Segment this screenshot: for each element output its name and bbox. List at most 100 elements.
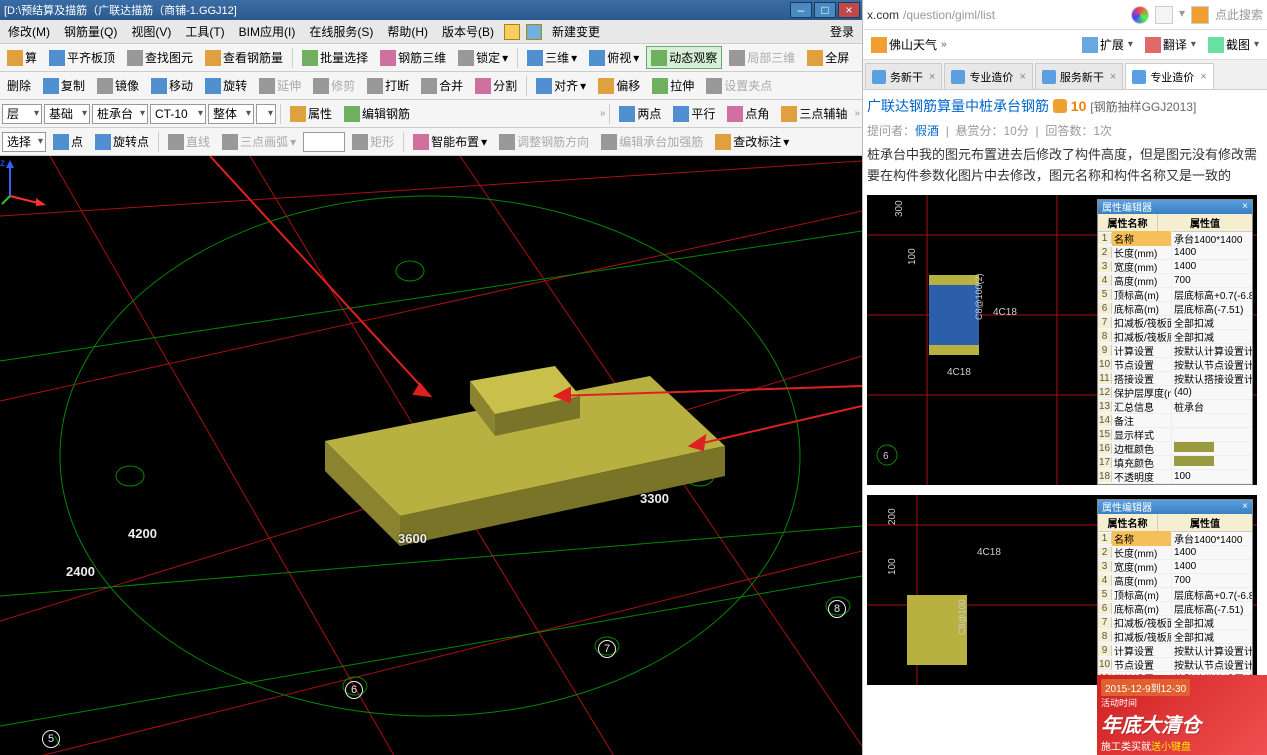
tb-move[interactable]: 移动 <box>146 74 198 97</box>
prop-row[interactable]: 18不透明度100 <box>1098 470 1252 484</box>
propwin-close-icon[interactable]: × <box>1242 201 1248 212</box>
propwin-titlebar[interactable]: 属性编辑器× <box>1098 500 1252 514</box>
tab-1[interactable]: 专业造价× <box>944 63 1032 89</box>
addr-icon-a[interactable] <box>1131 6 1149 24</box>
sel-extra[interactable] <box>256 104 276 124</box>
tb-twopt[interactable]: 两点 <box>614 102 666 125</box>
prop-row[interactable]: 7扣减板/筏板面筋全部扣减 <box>1098 316 1252 330</box>
answer-image-2[interactable]: 200 100 C8@100 4C18 属性编辑器× 属性名称属性值 1名称承台… <box>867 495 1257 685</box>
prop-row[interactable]: 6底标高(m)层底标高(-7.51) <box>1098 602 1252 616</box>
tb-rotpt[interactable]: 旋转点 <box>90 130 154 153</box>
tb-offset[interactable]: 偏移 <box>593 74 645 97</box>
tb-ptangle[interactable]: 点角 <box>722 102 774 125</box>
prop-row[interactable]: 5顶标高(m)层底标高+0.7(-6.81) <box>1098 288 1252 302</box>
tb-fullscreen[interactable]: 全屏 <box>802 46 854 69</box>
question-category[interactable]: [钢筋抽样GGJ2013] <box>1090 100 1196 114</box>
tb-arc3[interactable]: 三点画弧▾ <box>217 130 301 153</box>
tab-close-icon[interactable]: × <box>1200 71 1206 83</box>
menu-view[interactable]: 视图(V) <box>127 21 175 42</box>
menu-online[interactable]: 在线服务(S) <box>305 21 377 42</box>
tb-edit-rebar[interactable]: 编辑钢筋 <box>339 102 415 125</box>
tb-align[interactable]: 对齐▾ <box>531 74 591 97</box>
prop-row[interactable]: 1名称承台1400*1400 <box>1098 532 1252 546</box>
tb-flat-top[interactable]: 平齐板顶 <box>44 46 120 69</box>
login-button[interactable]: 登录 <box>826 21 858 42</box>
prop-row[interactable]: 13汇总信息桩承台 <box>1098 400 1252 414</box>
tb-merge[interactable]: 合并 <box>416 74 468 97</box>
prop-row[interactable]: 8扣减板/筏板底筋全部扣减 <box>1098 330 1252 344</box>
url-path[interactable]: /question/giml/list <box>903 8 995 22</box>
tb-check-label[interactable]: 查改标注▾ <box>710 130 794 153</box>
promo-banner[interactable]: 2015-12-9到12-30 活动时间 年底大清仓 施工类买就送小键盘 <box>1097 675 1267 755</box>
tb-rect[interactable]: 矩形 <box>347 130 399 153</box>
tb-lock[interactable]: 锁定▾ <box>453 46 513 69</box>
tb-parallel[interactable]: 平行 <box>668 102 720 125</box>
prop-row[interactable]: 3宽度(mm)1400 <box>1098 560 1252 574</box>
prop-row[interactable]: 7扣减板/筏板面筋全部扣减 <box>1098 616 1252 630</box>
tb-grip[interactable]: 设置夹点 <box>701 74 777 97</box>
prop-row[interactable]: 15显示样式 <box>1098 428 1252 442</box>
tb-threeaux[interactable]: 三点辅轴 <box>776 102 852 125</box>
addr-icon-b[interactable] <box>1155 6 1173 24</box>
answer-image-1[interactable]: 300 100 C8@100(2) 4C18 4C18 1212 1800 6 … <box>867 195 1257 485</box>
tb-props[interactable]: 属性 <box>285 102 337 125</box>
bt-screenshot[interactable]: 截图▾ <box>1204 34 1263 55</box>
bt-ext[interactable]: 扩展▾ <box>1078 34 1137 55</box>
app-icon-b[interactable] <box>526 24 542 40</box>
prop-row[interactable]: 11搭接设置按默认搭接设置计算 <box>1098 372 1252 386</box>
sel-component[interactable]: CT-10 <box>150 104 206 124</box>
tb-calc[interactable]: 算 <box>2 46 42 69</box>
tab-close-icon[interactable]: × <box>929 71 935 83</box>
sel-floor[interactable]: 层 <box>2 104 42 124</box>
menu-new-change[interactable]: 新建变更 <box>548 21 604 42</box>
prop-row[interactable]: 14备注 <box>1098 414 1252 428</box>
model-canvas[interactable]: 2400 4200 3600 3300 5 6 7 8 z <box>0 156 862 755</box>
asker-link[interactable]: 假酒 <box>915 124 939 138</box>
url-domain[interactable]: x.com <box>867 8 899 22</box>
propwin-close-icon[interactable]: × <box>1242 501 1248 512</box>
tb-line[interactable]: 直线 <box>163 130 215 153</box>
tab-0[interactable]: 务新干× <box>865 63 942 89</box>
menu-bim[interactable]: BIM应用(I) <box>235 21 300 42</box>
prop-row[interactable]: 10节点设置按默认节点设置计算 <box>1098 358 1252 372</box>
tb-orbit[interactable]: 动态观察 <box>646 46 722 69</box>
tb-top-view[interactable]: 俯视▾ <box>584 46 644 69</box>
prop-row[interactable]: 5顶标高(m)层底标高+0.7(-6.81) <box>1098 588 1252 602</box>
prop-row[interactable]: 10节点设置按默认节点设置计算 <box>1098 658 1252 672</box>
prop-row[interactable]: 3宽度(mm)1400 <box>1098 260 1252 274</box>
search-placeholder[interactable]: 点此搜索 <box>1215 6 1263 24</box>
menu-modify[interactable]: 修改(M) <box>4 21 54 42</box>
menu-tools[interactable]: 工具(T) <box>181 21 228 42</box>
tb-break[interactable]: 打断 <box>362 74 414 97</box>
minimize-button[interactable]: – <box>790 2 812 18</box>
tb-point[interactable]: 点 <box>48 130 88 153</box>
tb-adjust-dir[interactable]: 调整钢筋方向 <box>494 130 594 153</box>
question-title[interactable]: 广联达钢筋算量中桩承台钢筋 <box>867 98 1049 114</box>
prop-row[interactable]: 16边框颜色 <box>1098 442 1252 456</box>
tb-rebar-3d[interactable]: 钢筋三维 <box>375 46 451 69</box>
tb-stretch[interactable]: 拉伸 <box>647 74 699 97</box>
sel-category[interactable]: 基础 <box>44 104 90 124</box>
sel-type[interactable]: 桩承台 <box>92 104 148 124</box>
prop-row[interactable]: 4高度(mm)700 <box>1098 274 1252 288</box>
tb-partial-3d[interactable]: 局部三维 <box>724 46 800 69</box>
tab-3[interactable]: 专业造价× <box>1125 63 1213 89</box>
tb-delete[interactable]: 删除 <box>2 74 36 97</box>
menu-version[interactable]: 版本号(B) <box>438 21 498 42</box>
tb-copy[interactable]: 复制 <box>38 74 90 97</box>
prop-row[interactable]: 9计算设置按默认计算设置计算 <box>1098 644 1252 658</box>
menu-rebar[interactable]: 钢筋量(Q) <box>60 21 121 42</box>
tb-edit-cap-rebar[interactable]: 编辑承台加强筋 <box>596 130 708 153</box>
tb-smart[interactable]: 智能布置▾ <box>408 130 492 153</box>
addr-icon-c[interactable] <box>1191 6 1209 24</box>
sel-mode[interactable]: 整体 <box>208 104 254 124</box>
tb-split[interactable]: 分割 <box>470 74 522 97</box>
close-button[interactable]: × <box>838 2 860 18</box>
prop-row[interactable]: 2长度(mm)1400 <box>1098 546 1252 560</box>
tb-trim[interactable]: 修剪 <box>308 74 360 97</box>
prop-row[interactable]: 9计算设置按默认计算设置计算 <box>1098 344 1252 358</box>
app-icon-a[interactable] <box>504 24 520 40</box>
prop-row[interactable]: 4高度(mm)700 <box>1098 574 1252 588</box>
tb-find-elem[interactable]: 查找图元 <box>122 46 198 69</box>
bt-translate[interactable]: 翻译▾ <box>1141 34 1200 55</box>
